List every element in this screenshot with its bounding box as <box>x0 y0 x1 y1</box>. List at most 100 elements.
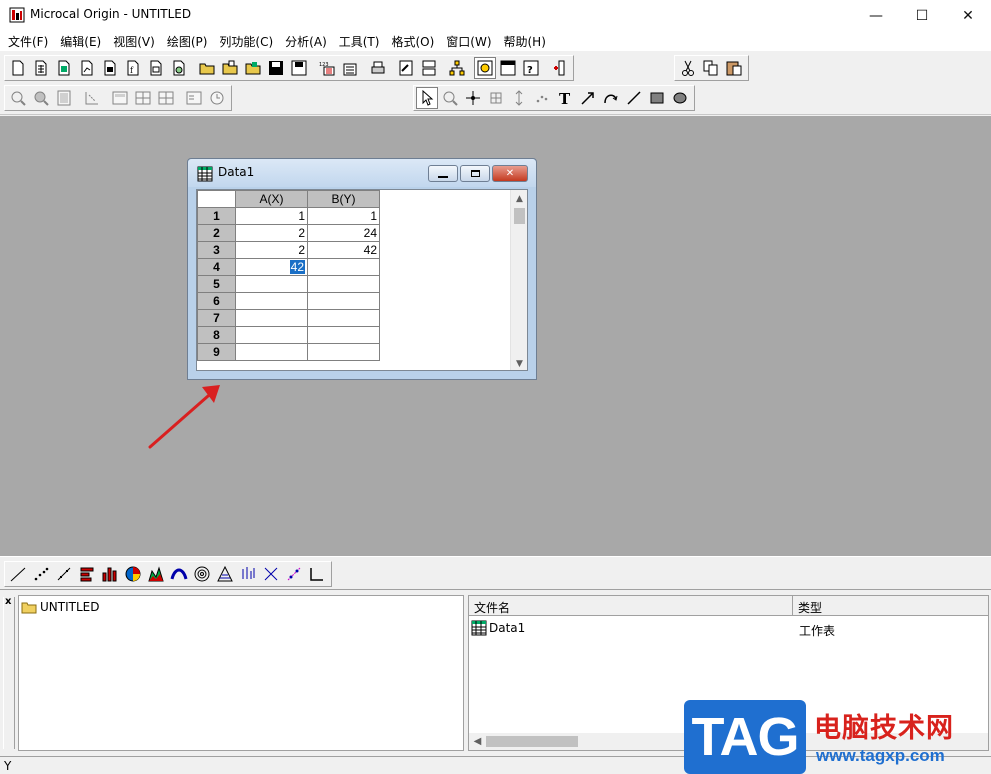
line-tool-button[interactable] <box>623 87 645 109</box>
code-builder-button[interactable]: ? <box>520 57 542 79</box>
explorer-dock-handle[interactable] <box>3 597 15 749</box>
cell-b[interactable] <box>307 343 380 361</box>
explorer-close-icon[interactable]: x <box>5 596 11 607</box>
layer-3-button[interactable] <box>155 87 177 109</box>
print-button[interactable] <box>367 57 389 79</box>
menu-tools[interactable]: 工具(T) <box>333 31 386 51</box>
row-header[interactable]: 1 <box>197 207 236 225</box>
pointer-tool-button[interactable] <box>416 87 438 109</box>
refresh-button[interactable] <box>395 57 417 79</box>
import-multiple-button[interactable] <box>339 57 361 79</box>
worksheet-restore-button[interactable] <box>460 165 490 182</box>
zoom-out-button[interactable] <box>30 87 52 109</box>
cell-b[interactable]: 1 <box>307 207 380 225</box>
new-excel-button[interactable] <box>53 57 75 79</box>
screen-reader-button[interactable] <box>462 87 484 109</box>
column-header-a[interactable]: A(X) <box>235 190 308 208</box>
template-plot-button[interactable] <box>306 563 328 585</box>
row-header[interactable]: 5 <box>197 275 236 293</box>
cell-a[interactable] <box>235 292 308 310</box>
menu-view[interactable]: 视图(V) <box>107 31 161 51</box>
vector-plot-button[interactable] <box>260 563 282 585</box>
layer-2-button[interactable] <box>132 87 154 109</box>
new-notes-button[interactable] <box>168 57 190 79</box>
menu-analysis[interactable]: 分析(A) <box>279 31 333 51</box>
text-tool-button[interactable]: T <box>554 87 576 109</box>
column-header-type[interactable]: 类型 <box>793 596 989 616</box>
row-header[interactable]: 6 <box>197 292 236 310</box>
column-header-filename[interactable]: 文件名 <box>469 596 793 616</box>
layer-1-button[interactable] <box>109 87 131 109</box>
import-ascii-button[interactable]: 123 <box>316 57 338 79</box>
worksheet-vertical-scrollbar[interactable]: ▲ ▼ <box>510 190 527 370</box>
ternary-plot-button[interactable] <box>214 563 236 585</box>
pie-chart-button[interactable] <box>122 563 144 585</box>
open-template-button[interactable] <box>219 57 241 79</box>
new-function-button[interactable]: f <box>122 57 144 79</box>
cell-a[interactable] <box>235 309 308 327</box>
add-column-button[interactable] <box>548 57 570 79</box>
zoom-in-button[interactable] <box>7 87 29 109</box>
project-explorer-button[interactable] <box>446 57 468 79</box>
cell-a[interactable] <box>235 275 308 293</box>
draw-data-button[interactable] <box>531 87 553 109</box>
rectangle-tool-button[interactable] <box>646 87 668 109</box>
menu-edit[interactable]: 编辑(E) <box>54 31 107 51</box>
scroll-thumb[interactable] <box>514 208 525 224</box>
tree-item-untitled[interactable]: UNTITLED <box>21 600 99 614</box>
script-window-button[interactable] <box>497 57 519 79</box>
cell-a-editing[interactable]: 42 <box>235 258 308 276</box>
bar-plot-button[interactable] <box>99 563 121 585</box>
menu-help[interactable]: 帮助(H) <box>498 31 552 51</box>
cut-button[interactable] <box>677 57 699 79</box>
data-reader-button[interactable] <box>485 87 507 109</box>
data-selector-button[interactable] <box>508 87 530 109</box>
save-template-button[interactable] <box>288 57 310 79</box>
scroll-thumb[interactable] <box>486 736 578 747</box>
scroll-up-icon[interactable]: ▲ <box>511 190 527 207</box>
minimize-button[interactable]: — <box>853 0 899 31</box>
new-matrix-button[interactable] <box>99 57 121 79</box>
row-header[interactable]: 2 <box>197 224 236 242</box>
list-item[interactable]: Data1 工作表 <box>469 620 988 638</box>
scatter-plot-button[interactable] <box>30 563 52 585</box>
worksheet-minimize-button[interactable] <box>428 165 458 182</box>
timestamp-button[interactable] <box>206 87 228 109</box>
cell-a[interactable]: 2 <box>235 241 308 259</box>
worksheet-close-button[interactable]: ✕ <box>492 165 528 182</box>
open-button[interactable] <box>196 57 218 79</box>
cell-b[interactable]: 24 <box>307 224 380 242</box>
cell-a[interactable]: 2 <box>235 224 308 242</box>
add-text-button[interactable] <box>183 87 205 109</box>
menu-window[interactable]: 窗口(W) <box>440 31 497 51</box>
row-header[interactable]: 4 <box>197 258 236 276</box>
paste-button[interactable] <box>723 57 745 79</box>
high-low-close-button[interactable] <box>237 563 259 585</box>
row-header[interactable]: 7 <box>197 309 236 327</box>
menu-file[interactable]: 文件(F) <box>2 31 54 51</box>
folder-tree-pane[interactable]: UNTITLED <box>18 595 464 751</box>
mdi-workspace[interactable]: Data1 ✕ A(X) B(Y) 1 1 1 2 2 24 3 2 42 4 … <box>0 116 991 556</box>
area-plot-button[interactable] <box>145 563 167 585</box>
row-header[interactable]: 8 <box>197 326 236 344</box>
menu-format[interactable]: 格式(O) <box>385 31 440 51</box>
menu-plot[interactable]: 绘图(P) <box>161 31 214 51</box>
cell-a[interactable]: 1 <box>235 207 308 225</box>
whole-page-button[interactable] <box>53 87 75 109</box>
cell-b[interactable]: 42 <box>307 241 380 259</box>
close-button[interactable]: ✕ <box>945 0 991 31</box>
menu-column[interactable]: 列功能(C) <box>213 31 279 51</box>
open-excel-button[interactable] <box>242 57 264 79</box>
scroll-left-icon[interactable]: ◀ <box>469 733 486 750</box>
cell-a[interactable] <box>235 343 308 361</box>
scroll-down-icon[interactable]: ▼ <box>511 355 527 370</box>
rescale-button[interactable] <box>81 87 103 109</box>
results-log-button[interactable] <box>474 57 496 79</box>
curved-arrow-tool-button[interactable] <box>600 87 622 109</box>
column-plot-button[interactable] <box>76 563 98 585</box>
zoom-tool-button[interactable] <box>439 87 461 109</box>
cell-b[interactable] <box>307 326 380 344</box>
circle-tool-button[interactable] <box>669 87 691 109</box>
save-button[interactable] <box>265 57 287 79</box>
cell-b[interactable] <box>307 292 380 310</box>
